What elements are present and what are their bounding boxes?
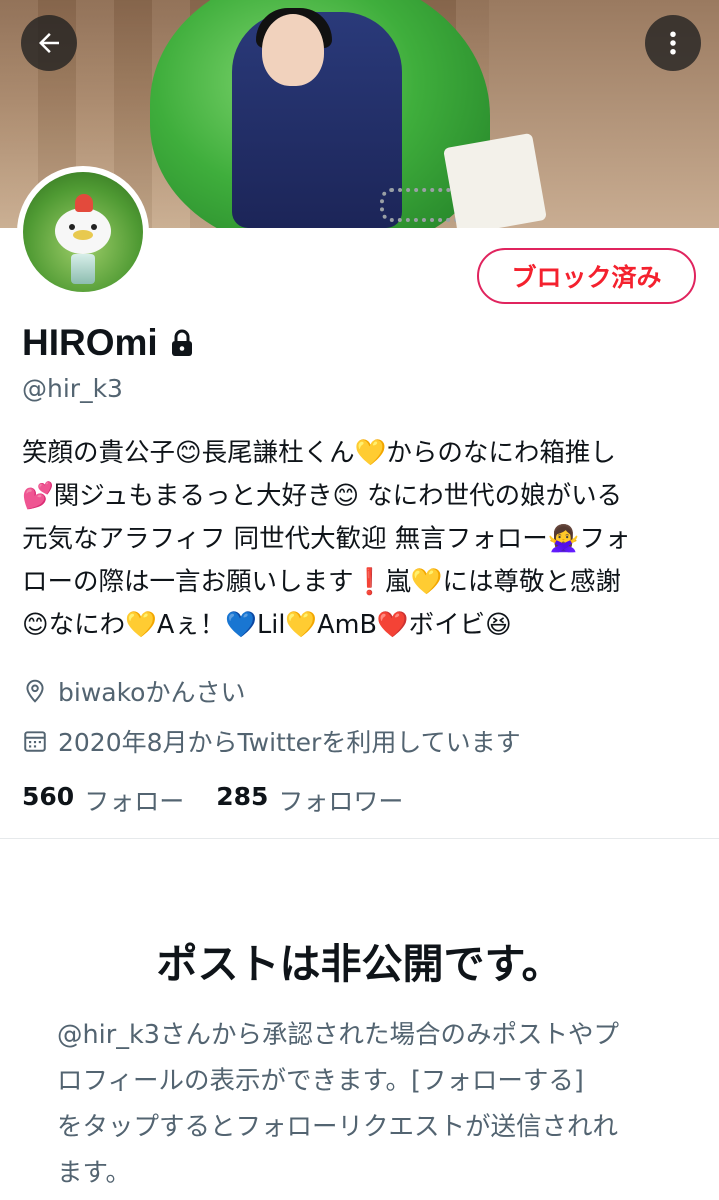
back-button[interactable] (21, 15, 77, 71)
join-date-text: 2020年8月からTwitterを利用しています (58, 728, 521, 757)
profile-name-row: HIROmi (22, 316, 194, 370)
protected-title: ポストは非公開です。 (156, 940, 563, 988)
profile-location: biwakoかんさい (22, 672, 245, 710)
avatar-eye (69, 224, 75, 230)
avatar-hat (75, 194, 93, 212)
more-vertical-icon (658, 28, 688, 58)
avatar[interactable] (17, 166, 149, 298)
profile-bio: 笑顔の貴公子😊長尾謙杜くん💛からのなにわ箱推し 💕関ジュもまるっと大好き😊 なに… (22, 432, 712, 647)
more-options-button[interactable] (645, 15, 701, 71)
followers-count: 285 (216, 782, 269, 811)
protected-description-line: ます。 (57, 1158, 131, 1188)
location-pin-icon (22, 678, 48, 704)
followers-link[interactable]: 285 フォロワー (216, 782, 403, 818)
bio-line: 😊なにわ💛Aぇ！💙Lil💛AmB❤️ボイビ😆 (22, 610, 512, 640)
followers-label: フォロワー (278, 787, 404, 816)
bio-line: 笑顔の貴公子😊長尾謙杜くん💛からのなにわ箱推し (22, 438, 616, 468)
protected-description-line: @hir_k3さんから承認された場合のみポストやプ (57, 1020, 619, 1050)
location-text: biwakoかんさい (58, 678, 246, 707)
protected-description-line: をタップするとフォローリクエストが送信されれ (57, 1112, 619, 1142)
user-handle: @hir_k3 (22, 374, 123, 403)
bio-line: 元気なアラフィフ 同世代大歓迎 無言フォロー🙅‍♀️フォ (22, 524, 631, 554)
following-label: フォロー (84, 787, 185, 816)
protected-description: @hir_k3さんから承認された場合のみポストやプ ロフィールの表示ができます。… (57, 1012, 667, 1196)
following-count: 560 (22, 782, 75, 811)
banner-figure-face (262, 14, 324, 86)
avatar-eye (91, 224, 97, 230)
banner-card (443, 132, 547, 228)
lock-icon (170, 329, 194, 357)
section-divider (0, 838, 719, 839)
display-name: HIROmi (22, 322, 158, 363)
blocked-button[interactable]: ブロック済み (477, 248, 696, 304)
avatar-beak (73, 230, 93, 240)
protected-description-line: ロフィールの表示ができます。[フォローする] (57, 1066, 584, 1096)
avatar-stand (71, 254, 95, 284)
bio-line: ローの際は一言お願いします❗️嵐💛には尊敬と感謝 (22, 567, 622, 597)
following-link[interactable]: 560 フォロー (22, 782, 184, 818)
bio-line: 💕関ジュもまるっと大好き😊 なにわ世代の娘がいる (22, 481, 623, 511)
profile-join-date: 2020年8月からTwitterを利用しています (22, 722, 521, 760)
avatar-image (23, 172, 143, 292)
calendar-icon (22, 728, 48, 754)
follow-stats: 560 フォロー 285 フォロワー (22, 780, 403, 820)
arrow-left-icon (34, 28, 64, 58)
